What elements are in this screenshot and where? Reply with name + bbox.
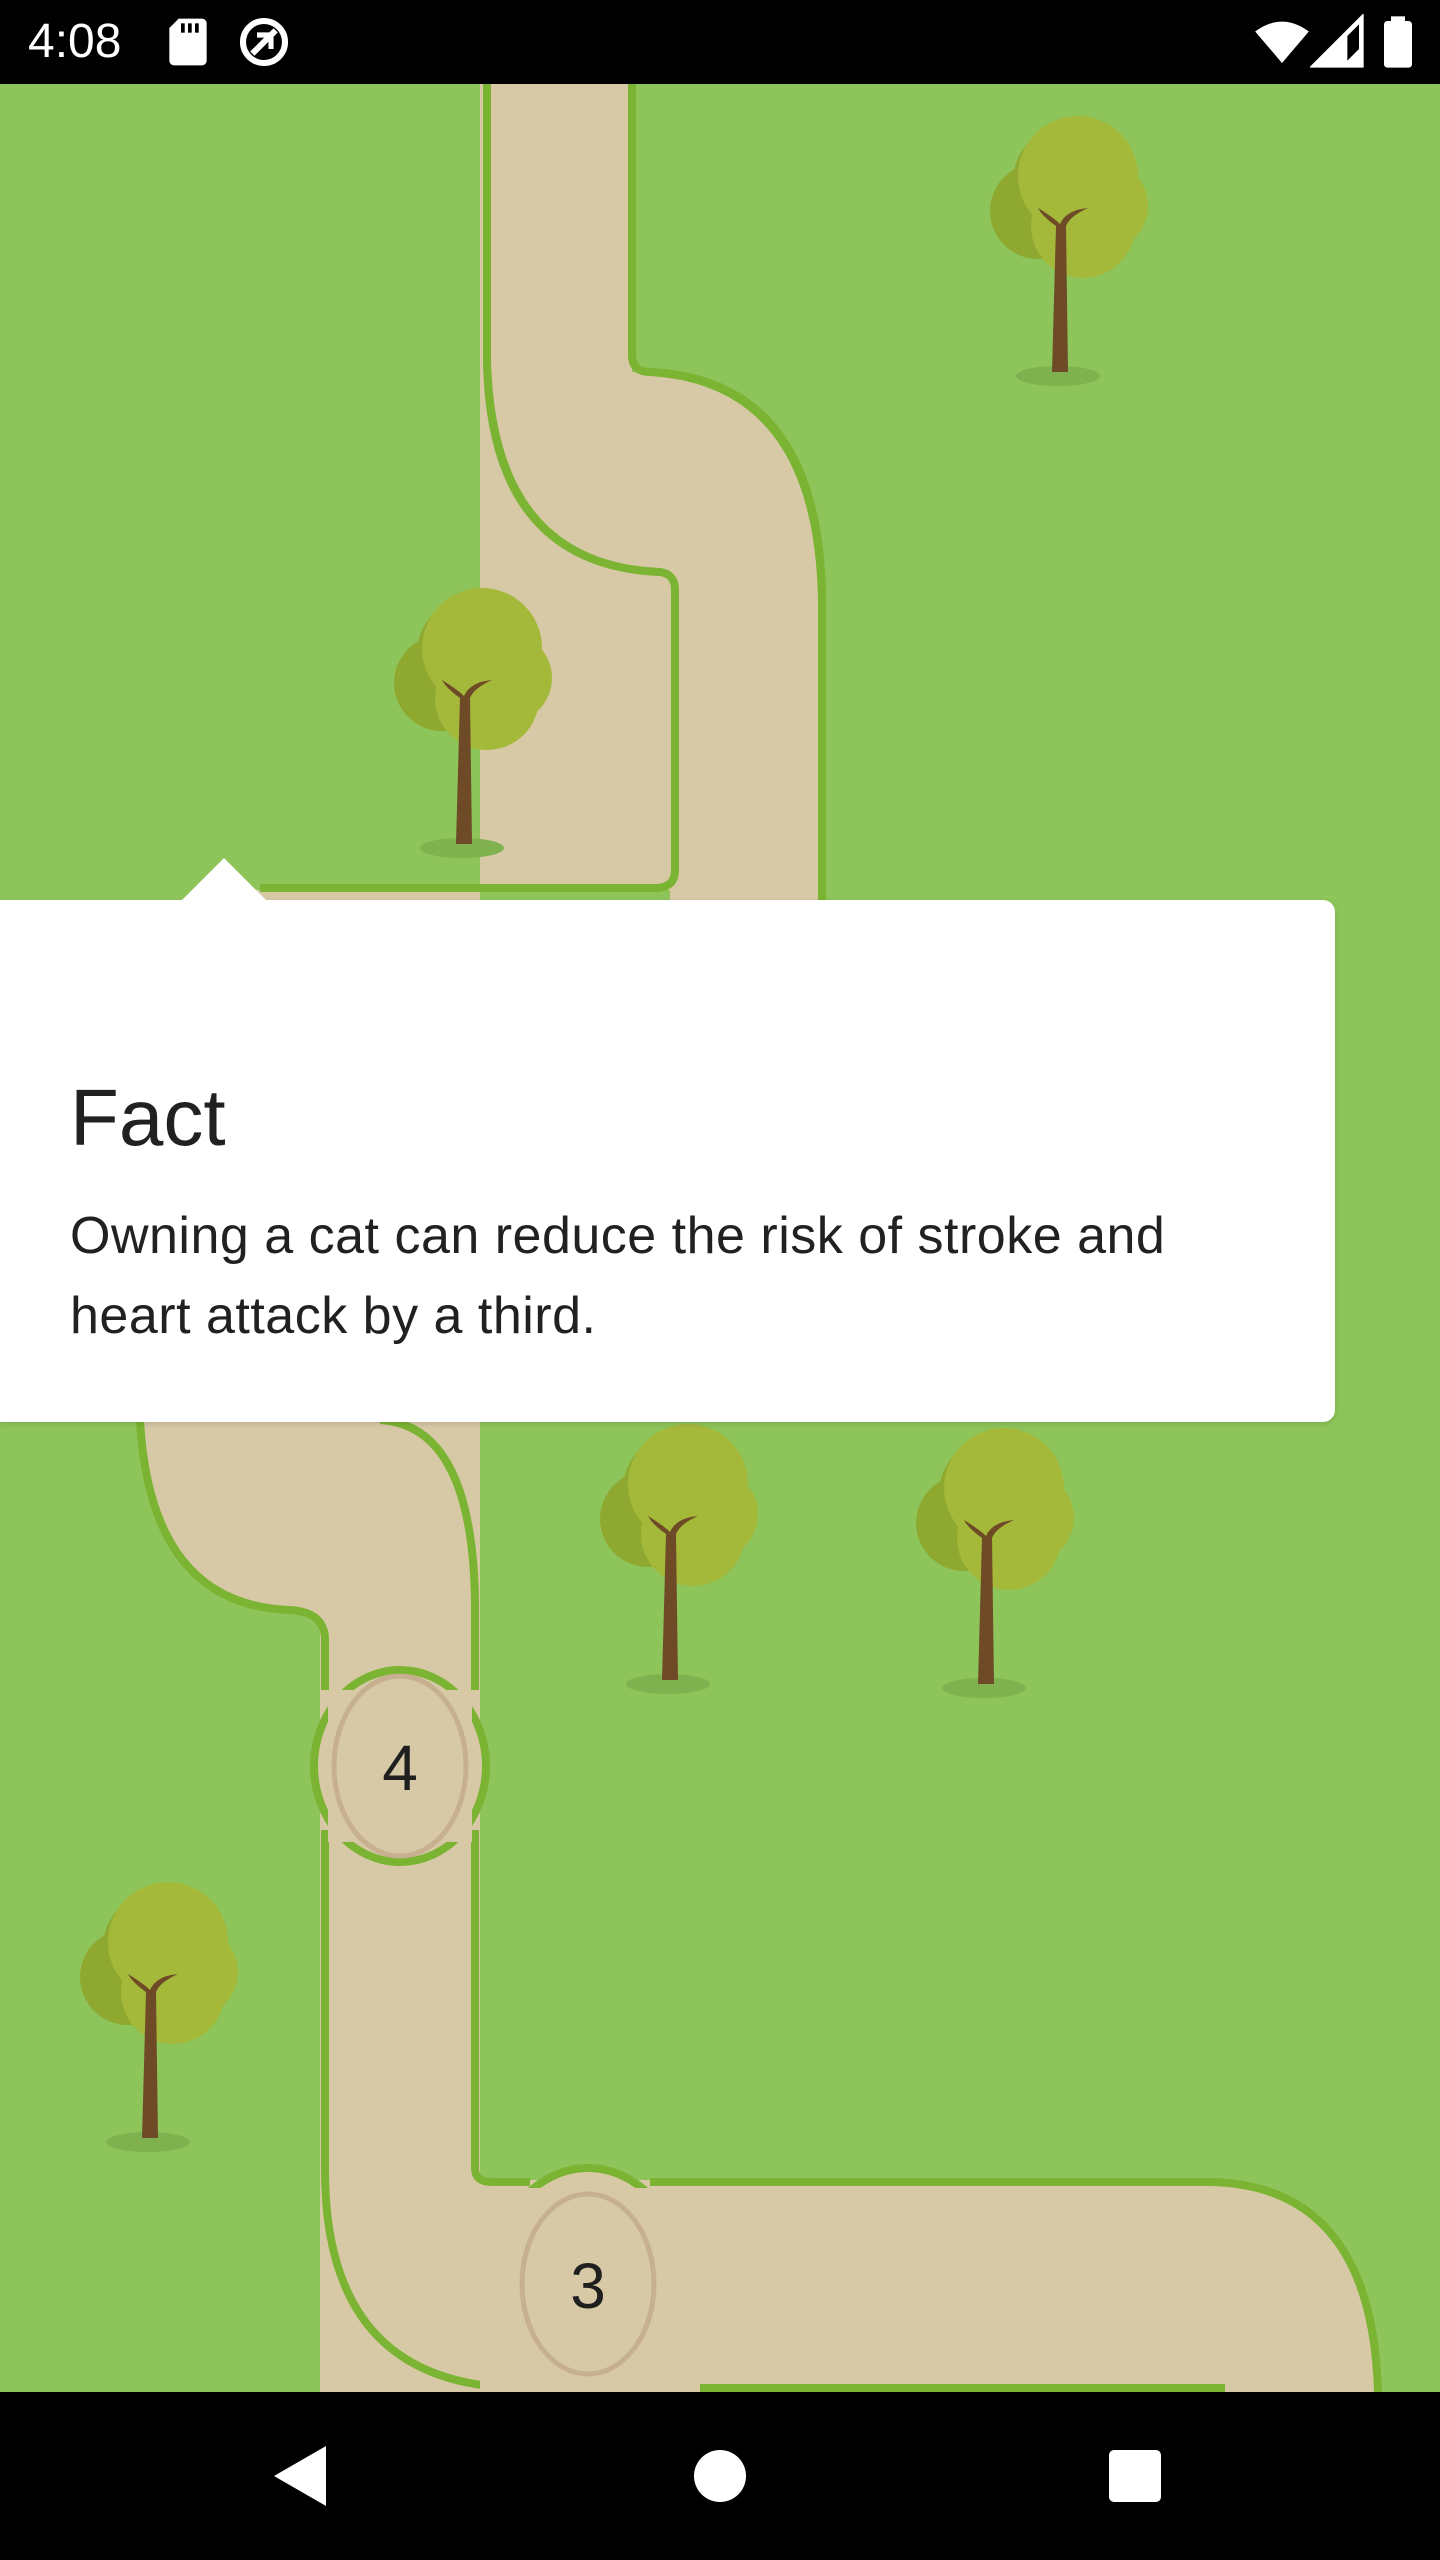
level-node-3[interactable]: 3 [480,2164,700,2392]
fact-body: Owning a cat can reduce the risk of stro… [70,1207,1166,1345]
fact-card[interactable]: Fact Owning a cat can reduce the risk of… [0,858,1335,1422]
status-bar: 4:08 [0,0,1440,84]
game-screen: 4:08 4 3 Fact Owning a cat can reduce th… [0,0,1440,2560]
recents-icon[interactable] [1085,2426,1185,2526]
fact-card-pointer [182,858,266,900]
wifi-icon [1254,14,1310,70]
back-icon[interactable] [252,2426,352,2526]
level-3-label: 3 [570,2250,606,2322]
navigation-bar [0,2392,1440,2560]
fact-title: Fact [70,1073,226,1162]
level-4-label: 4 [382,1732,418,1804]
home-icon[interactable] [670,2426,770,2526]
cell-signal-icon [1310,14,1366,70]
level-node-4[interactable]: 4 [310,1666,490,1866]
battery-icon [1370,14,1426,70]
status-time: 4:08 [28,15,122,68]
data-saver-icon [236,14,292,70]
sd-card-icon [160,14,216,70]
